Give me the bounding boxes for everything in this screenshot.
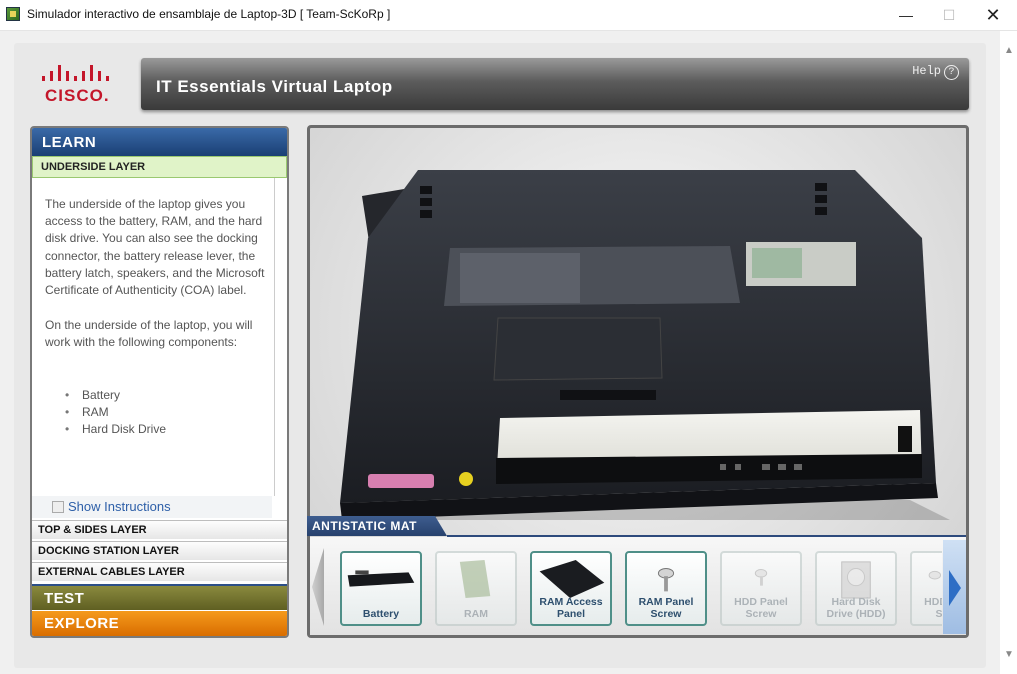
- scroll-up-icon[interactable]: ▲: [1004, 45, 1014, 56]
- cisco-logo: CISCO.: [38, 63, 118, 107]
- mat-item-ram-panel-screw[interactable]: RAM Panel Screw: [625, 551, 707, 626]
- help-button[interactable]: Help?: [912, 64, 959, 80]
- mat-item-label: RAM Panel Screw: [638, 596, 694, 620]
- minimize-button[interactable]: —: [883, 0, 929, 30]
- window-title: Simulador interactivo de ensamblaje de L…: [27, 7, 391, 21]
- layer-description: The underside of the laptop gives you ac…: [32, 178, 275, 496]
- battery-icon: [347, 570, 415, 587]
- ram-icon: [459, 559, 491, 599]
- close-button[interactable]: ✕: [970, 0, 1016, 30]
- description-paragraph: On the underside of the laptop, you will…: [45, 318, 253, 350]
- question-mark-icon: ?: [944, 65, 959, 80]
- mat-item-hdd-panel-screw[interactable]: HDD Panel Screw: [910, 551, 942, 626]
- mat-item-label: Hard Disk Drive (HDD): [826, 596, 886, 620]
- component-list-item: Hard Disk Drive: [65, 422, 166, 436]
- antistatic-mat-label: ANTISTATIC MAT: [312, 519, 417, 533]
- mat-item-label: HDD Panel Screw: [734, 596, 788, 620]
- screw-icon: [657, 568, 675, 592]
- antistatic-mat-tab: ANTISTATIC MAT: [307, 516, 447, 536]
- layer-tab-top-sides[interactable]: TOP & SIDES LAYER: [32, 520, 287, 539]
- explore-section-header[interactable]: EXPLORE: [32, 611, 287, 636]
- ram-access-panel-icon: [539, 559, 605, 599]
- header-banner: IT Essentials Virtual Laptop Help?: [141, 58, 969, 110]
- description-paragraph: The underside of the laptop gives you ac…: [45, 197, 265, 298]
- learn-section-header[interactable]: LEARN: [32, 128, 287, 156]
- cisco-bars-icon: [40, 65, 116, 81]
- mat-item-hdd-panel-screw[interactable]: HDD Panel Screw: [720, 551, 802, 626]
- maximize-button[interactable]: ☐: [926, 0, 972, 30]
- mat-item-ram-access-panel[interactable]: RAM Access Panel: [530, 551, 612, 626]
- mat-item-label: RAM Access Panel: [539, 596, 603, 620]
- mat-item-battery[interactable]: Battery: [340, 551, 422, 626]
- title-bar: Simulador interactivo de ensamblaje de L…: [0, 0, 1017, 31]
- screw-icon: [928, 570, 942, 580]
- scroll-right-button[interactable]: [943, 540, 966, 634]
- mat-item-label: RAM: [464, 608, 488, 620]
- component-list-item: Battery: [65, 388, 120, 402]
- screw-icon: [754, 569, 768, 586]
- mat-item-label: Battery: [362, 608, 400, 620]
- vertical-scrollbar[interactable]: ▲ ▼: [1000, 31, 1017, 674]
- mat-items-carousel: Battery RAM RAM Access Panel RAM Panel S…: [338, 548, 942, 632]
- test-section-header[interactable]: TEST: [32, 584, 287, 610]
- app-icon: [6, 7, 20, 21]
- show-instructions-checkbox[interactable]: [52, 501, 64, 513]
- sidebar: LEARN UNDERSIDE LAYER The underside of t…: [30, 126, 289, 638]
- component-list-item: RAM: [65, 405, 108, 419]
- show-instructions-label[interactable]: Show Instructions: [68, 499, 171, 514]
- page-title: IT Essentials Virtual Laptop: [156, 77, 393, 96]
- scroll-down-icon[interactable]: ▼: [1004, 649, 1014, 660]
- mat-item-hard-disk-drive[interactable]: Hard Disk Drive (HDD): [815, 551, 897, 626]
- show-instructions-toggle[interactable]: Show Instructions: [32, 496, 272, 518]
- hdd-icon: [841, 561, 871, 599]
- current-layer-tab[interactable]: UNDERSIDE LAYER: [32, 156, 287, 178]
- mat-item-ram[interactable]: RAM: [435, 551, 517, 626]
- mat-item-label: HDD Panel Screw: [924, 596, 942, 620]
- layer-tab-docking-station[interactable]: DOCKING STATION LAYER: [32, 541, 287, 560]
- cisco-logo-text: CISCO.: [45, 86, 110, 105]
- layer-tab-external-cables[interactable]: EXTERNAL CABLES LAYER: [32, 562, 287, 581]
- help-label: Help: [912, 64, 941, 78]
